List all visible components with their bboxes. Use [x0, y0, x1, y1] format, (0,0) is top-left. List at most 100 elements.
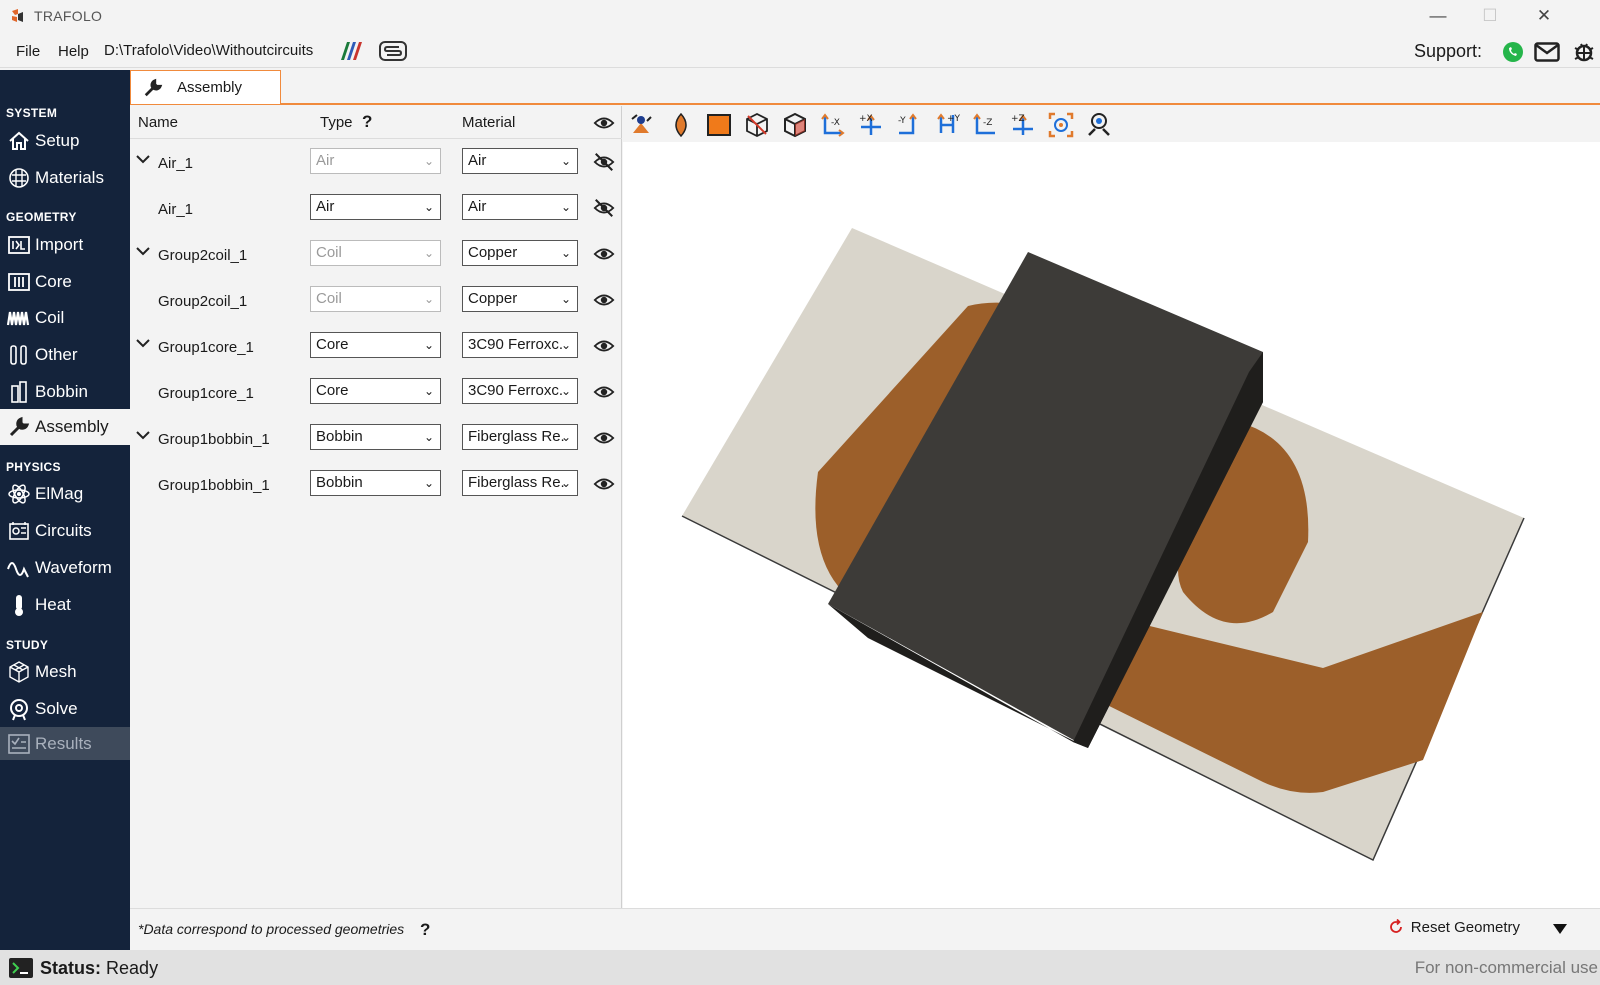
core-icon: [6, 270, 32, 294]
minimize-button[interactable]: —: [1418, 6, 1458, 28]
stripes-logo-icon[interactable]: [338, 40, 366, 62]
chevron-down-icon[interactable]: [136, 428, 150, 442]
type-value: Air: [316, 198, 335, 215]
coil-icon: [6, 306, 32, 330]
table-row[interactable]: Group1bobbin_1 Bobbin ⌄ Fiberglass Re. ⌄: [130, 462, 622, 508]
sidebar-item-solve[interactable]: Solve: [0, 692, 130, 726]
view-minus-y-icon[interactable]: -Y: [895, 111, 923, 139]
sidebar-item-coil[interactable]: Coil: [0, 301, 130, 335]
maximize-button[interactable]: ☐: [1470, 6, 1510, 28]
material-value: 3C90 Ferroxc.: [468, 336, 564, 353]
smooth-shading-icon[interactable]: [667, 111, 695, 139]
eye-icon[interactable]: [593, 243, 615, 265]
status-label: Status:: [40, 958, 102, 978]
material-select[interactable]: 3C90 Ferroxc. ⌄: [462, 378, 578, 404]
view-minus-z-icon[interactable]: -Z: [971, 111, 999, 139]
chevron-down-icon: ⌄: [560, 292, 571, 306]
close-button[interactable]: ✕: [1524, 6, 1564, 28]
material-select[interactable]: Air ⌄: [462, 194, 578, 220]
material-select[interactable]: 3C90 Ferroxc. ⌄: [462, 332, 578, 358]
material-select[interactable]: Fiberglass Re. ⌄: [462, 424, 578, 450]
tab-assembly[interactable]: Assembly: [130, 70, 281, 104]
sidebar-item-bobbin[interactable]: Bobbin: [0, 375, 130, 409]
table-row[interactable]: Air_1 Air ⌄ Air ⌄: [130, 186, 622, 232]
note-help-icon[interactable]: ?: [420, 920, 430, 940]
eye-icon[interactable]: [593, 335, 615, 357]
material-select[interactable]: Fiberglass Re. ⌄: [462, 470, 578, 496]
eye-off-icon[interactable]: [593, 151, 615, 173]
fit-all-icon[interactable]: [1047, 111, 1075, 139]
type-select[interactable]: Bobbin ⌄: [310, 470, 441, 496]
row-name: Group2coil_1: [158, 247, 248, 264]
chevron-down-icon: ⌄: [560, 384, 571, 398]
view-plus-y-icon[interactable]: +Y: [933, 111, 961, 139]
table-row[interactable]: Air_1 Air ⌄ Air ⌄: [130, 140, 622, 186]
material-select[interactable]: Air ⌄: [462, 148, 578, 174]
menu-help[interactable]: Help: [58, 43, 89, 60]
eye-icon[interactable]: [593, 381, 615, 403]
wrench-icon: [6, 415, 32, 439]
sidebar-item-results[interactable]: Results: [0, 727, 130, 760]
material-value: Fiberglass Re.: [468, 428, 565, 445]
table-row[interactable]: Group2coil_1 Coil ⌄ Copper ⌄: [130, 278, 622, 324]
view-plus-x-icon[interactable]: +X: [857, 111, 885, 139]
type-select[interactable]: Core ⌄: [310, 332, 441, 358]
table-row[interactable]: Group1core_1 Core ⌄ 3C90 Ferroxc. ⌄: [130, 324, 622, 370]
svg-text:+Y: +Y: [947, 114, 961, 124]
terminal-icon[interactable]: [8, 957, 34, 979]
table-row[interactable]: Group2coil_1 Coil ⌄ Copper ⌄: [130, 232, 622, 278]
view-minus-x-icon[interactable]: -X: [819, 111, 847, 139]
explode-view-icon[interactable]: [629, 111, 657, 139]
sidebar-item-setup[interactable]: Setup: [0, 124, 130, 158]
mail-icon[interactable]: [1534, 42, 1560, 62]
sidebar-item-waveform[interactable]: Waveform: [0, 551, 130, 585]
type-select[interactable]: Bobbin ⌄: [310, 424, 441, 450]
sidebar-item-elmag[interactable]: ElMag: [0, 477, 130, 511]
grid-icon: [6, 166, 32, 190]
reset-geometry-button[interactable]: Reset Geometry: [1388, 918, 1520, 936]
material-select[interactable]: Copper ⌄: [462, 286, 578, 312]
sidebar-item-circuits[interactable]: Circuits: [0, 514, 130, 548]
expand-down-icon[interactable]: [1552, 923, 1568, 935]
table-row[interactable]: Group1core_1 Core ⌄ 3C90 Ferroxc. ⌄: [130, 370, 622, 416]
column-header-material: Material: [462, 114, 516, 131]
sidebar-item-heat[interactable]: Heat: [0, 588, 130, 622]
eye-off-icon[interactable]: [593, 197, 615, 219]
type-select[interactable]: Core ⌄: [310, 378, 441, 404]
import-icon: [6, 233, 32, 257]
eye-icon[interactable]: [593, 289, 615, 311]
whatsapp-icon[interactable]: [1502, 41, 1524, 63]
sidebar-item-mesh[interactable]: Mesh: [0, 655, 130, 689]
wireframe-view-icon[interactable]: [743, 111, 771, 139]
s-logo-icon[interactable]: [378, 40, 408, 62]
sidebar-item-core[interactable]: Core: [0, 265, 130, 299]
chevron-down-icon: ⌄: [423, 246, 434, 260]
eye-icon[interactable]: [593, 473, 615, 495]
sidebar-item-import[interactable]: Import: [0, 228, 130, 262]
bug-icon[interactable]: [1572, 40, 1596, 64]
svg-text:-Z: -Z: [983, 118, 992, 128]
show-all-eye-icon[interactable]: [593, 112, 615, 134]
svg-text:-Y: -Y: [898, 116, 906, 126]
menu-file[interactable]: File: [16, 43, 40, 60]
view-plus-z-icon[interactable]: +Z: [1009, 111, 1037, 139]
chevron-down-icon[interactable]: [136, 336, 150, 350]
sidebar-item-materials[interactable]: Materials: [0, 161, 130, 195]
3d-viewport[interactable]: -X +X -Y +Y -Z +Z: [623, 106, 1600, 908]
column-header-type: Type: [320, 114, 353, 131]
sidebar-item-assembly[interactable]: Assembly: [0, 409, 130, 445]
material-value: 3C90 Ferroxc.: [468, 382, 564, 399]
chevron-down-icon[interactable]: [136, 244, 150, 258]
status-value: Ready: [106, 958, 159, 978]
select-inspect-icon[interactable]: [1085, 111, 1113, 139]
table-row[interactable]: Group1bobbin_1 Bobbin ⌄ Fiberglass Re. ⌄: [130, 416, 622, 462]
svg-text:-X: -X: [831, 118, 840, 128]
material-select[interactable]: Copper ⌄: [462, 240, 578, 266]
chevron-down-icon[interactable]: [136, 152, 150, 166]
solid-view-icon[interactable]: [705, 111, 733, 139]
type-help-icon[interactable]: ?: [362, 112, 372, 132]
eye-icon[interactable]: [593, 427, 615, 449]
type-select[interactable]: Air ⌄: [310, 194, 441, 220]
box-view-icon[interactable]: [781, 111, 809, 139]
sidebar-item-other[interactable]: Other: [0, 338, 130, 372]
